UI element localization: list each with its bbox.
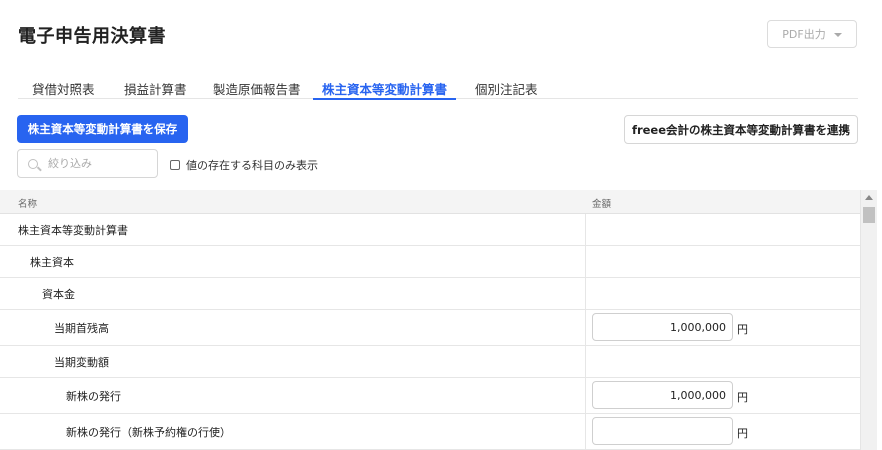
row-name: 株主資本等変動計算書 bbox=[18, 223, 128, 237]
table-row: 株主資本等変動計算書 bbox=[0, 214, 860, 246]
table-row: 株主資本 bbox=[0, 246, 860, 278]
amount-input[interactable]: 1,000,000 bbox=[592, 381, 733, 409]
row-name: 資本金 bbox=[42, 287, 75, 301]
link-freee-button[interactable]: freee会計の株主資本等変動計算書を連携 bbox=[624, 115, 858, 144]
currency-unit: 円 bbox=[737, 323, 748, 336]
row-name: 当期変動額 bbox=[54, 355, 109, 369]
save-button[interactable]: 株主資本等変動計算書を保存 bbox=[17, 115, 188, 143]
search-icon bbox=[28, 158, 38, 169]
row-name: 当期首残高 bbox=[54, 321, 109, 335]
currency-unit: 円 bbox=[737, 427, 748, 440]
statement-table: 名称 金額 株主資本等変動計算書 株主資本 資本金 当期首残高 1,000,00… bbox=[0, 190, 860, 450]
tab-equity-changes[interactable]: 株主資本等変動計算書 bbox=[313, 79, 457, 100]
header-name: 名称 bbox=[18, 199, 38, 210]
row-name: 株主資本 bbox=[30, 255, 74, 269]
filter-box bbox=[17, 149, 158, 178]
vertical-scrollbar[interactable] bbox=[860, 190, 877, 450]
table-row: 新株の発行（新株予約権の行使） 円 bbox=[0, 414, 860, 450]
currency-unit: 円 bbox=[737, 391, 748, 404]
column-divider bbox=[585, 378, 586, 413]
column-divider bbox=[585, 346, 586, 377]
only-values-option: 値の存在する科目のみ表示 bbox=[170, 157, 318, 173]
table-row: 資本金 bbox=[0, 278, 860, 310]
tab-income-statement[interactable]: 損益計算書 bbox=[124, 79, 187, 102]
report-tabs: 貸借対照表 損益計算書 製造原価報告書 株主資本等変動計算書 個別注記表 bbox=[18, 76, 858, 102]
row-name: 新株の発行 bbox=[66, 389, 121, 403]
table-header: 名称 金額 bbox=[0, 190, 860, 214]
scrollbar-thumb[interactable] bbox=[863, 207, 875, 223]
scroll-up-arrow-icon[interactable] bbox=[865, 195, 873, 200]
amount-input[interactable]: 1,000,000 bbox=[592, 313, 733, 341]
chevron-down-icon bbox=[833, 32, 842, 37]
table-row: 当期首残高 1,000,000 円 bbox=[0, 310, 860, 346]
tab-notes[interactable]: 個別注記表 bbox=[475, 79, 538, 102]
column-divider bbox=[585, 278, 586, 309]
table-row: 当期変動額 bbox=[0, 346, 860, 378]
header-amount: 金額 bbox=[592, 199, 612, 210]
filter-input[interactable] bbox=[48, 157, 148, 170]
tab-manufacturing-cost[interactable]: 製造原価報告書 bbox=[213, 79, 301, 102]
row-name: 新株の発行（新株予約権の行使） bbox=[66, 425, 231, 439]
column-divider bbox=[585, 214, 586, 245]
only-values-checkbox[interactable] bbox=[170, 160, 180, 170]
page-title: 電子申告用決算書 bbox=[18, 26, 166, 47]
column-divider bbox=[585, 246, 586, 277]
pdf-export-button[interactable]: PDF出力 bbox=[767, 20, 857, 48]
column-divider bbox=[585, 310, 586, 345]
table-row: 新株の発行 1,000,000 円 bbox=[0, 378, 860, 414]
only-values-label: 値の存在する科目のみ表示 bbox=[186, 159, 318, 172]
pdf-export-label: PDF出力 bbox=[782, 28, 826, 41]
column-divider bbox=[585, 414, 586, 449]
tab-balance-sheet[interactable]: 貸借対照表 bbox=[32, 79, 95, 102]
amount-input[interactable] bbox=[592, 417, 733, 445]
